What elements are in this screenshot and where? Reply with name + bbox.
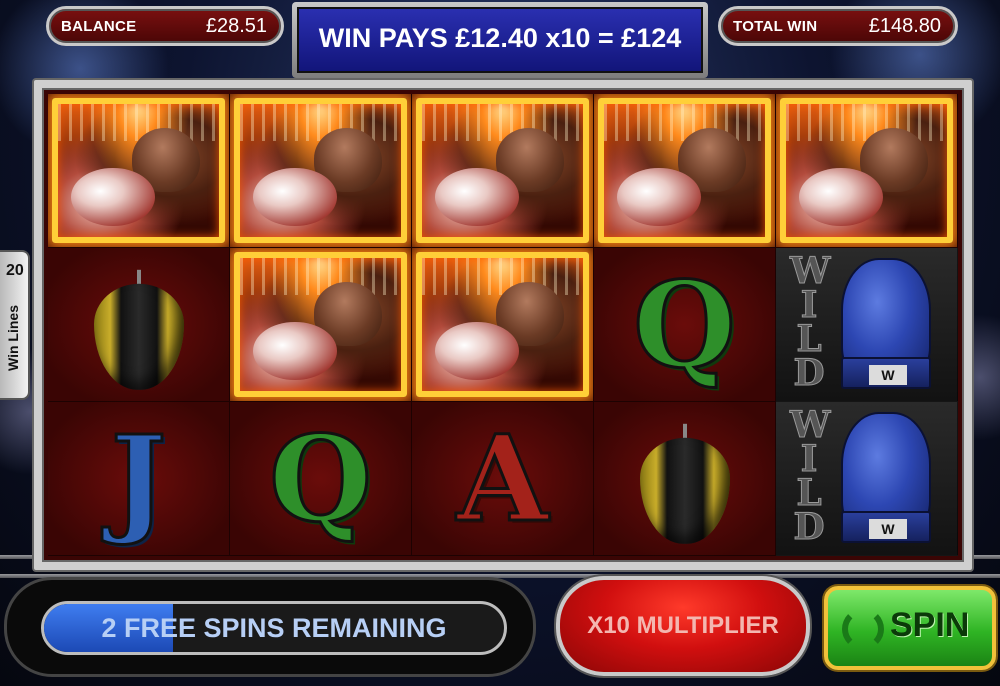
balance-label: BALANCE: [61, 18, 137, 35]
reel-cell: [230, 248, 412, 402]
reel-cell: [776, 94, 958, 248]
boxer-symbol: [598, 98, 771, 243]
a-symbol: A: [455, 408, 550, 550]
reel-cell: [594, 402, 776, 556]
wild-badge: W: [869, 519, 907, 539]
punch-bag-icon: [93, 269, 184, 390]
boxer-symbol: [780, 98, 953, 243]
reel-cell: A: [412, 402, 594, 556]
free-spins-panel: 2 FREE SPINS REMAINING: [4, 577, 536, 677]
win-message-box: WIN PAYS £12.40 x10 = £124: [292, 2, 708, 78]
wild-badge: W: [869, 365, 907, 385]
reel-cell: [48, 248, 230, 402]
q-symbol: Q: [632, 254, 738, 396]
free-spins-text: 2 FREE SPINS REMAINING: [101, 613, 447, 643]
win-lines-count: 20: [6, 262, 24, 279]
reel-cell: [412, 94, 594, 248]
reel-cell: [48, 94, 230, 248]
j-symbol: J: [109, 408, 168, 550]
wild-word: WILD: [790, 250, 831, 394]
win-lines-tab[interactable]: 20 Win Lines: [0, 250, 30, 400]
total-win-panel: TOTAL WIN £148.80: [718, 6, 958, 46]
reel-frame: Q WILD W J Q A WILD W: [34, 80, 972, 570]
wild-symbol: WILD W: [776, 402, 957, 555]
reel-cell: [594, 94, 776, 248]
balance-panel: BALANCE £28.51: [46, 6, 284, 46]
balance-value: £28.51: [205, 15, 267, 37]
boxer-symbol: [416, 252, 589, 397]
wild-symbol: WILD W: [776, 248, 957, 401]
total-win-label: TOTAL WIN: [733, 18, 818, 35]
spin-button[interactable]: SPIN: [824, 586, 996, 670]
multiplier-button[interactable]: X10 MULTIPLIER: [556, 576, 810, 676]
boxer-symbol: [234, 98, 407, 243]
reel-grid: Q WILD W J Q A WILD W: [48, 94, 958, 556]
q-symbol: Q: [268, 408, 374, 550]
spin-label: SPIN: [890, 606, 970, 644]
reel-cell: Q: [230, 402, 412, 556]
wild-word: WILD: [790, 404, 831, 548]
reel-cell: J: [48, 402, 230, 556]
reel-cell: WILD W: [776, 248, 958, 402]
free-spins-bar: 2 FREE SPINS REMAINING: [41, 601, 507, 655]
spin-arrows-icon: [842, 608, 884, 650]
reel-cell: Q: [594, 248, 776, 402]
win-message: WIN PAYS £12.40 x10 = £124: [297, 7, 703, 73]
boxer-symbol: [52, 98, 225, 243]
reel-cell: WILD W: [776, 402, 958, 556]
reel-cell: [412, 248, 594, 402]
boxer-symbol: [234, 252, 407, 397]
punch-bag-icon: [639, 423, 730, 544]
total-win-value: £148.80: [868, 15, 941, 37]
win-lines-label: Win Lines: [5, 305, 21, 371]
reel-cell: [230, 94, 412, 248]
boxer-symbol: [416, 98, 589, 243]
